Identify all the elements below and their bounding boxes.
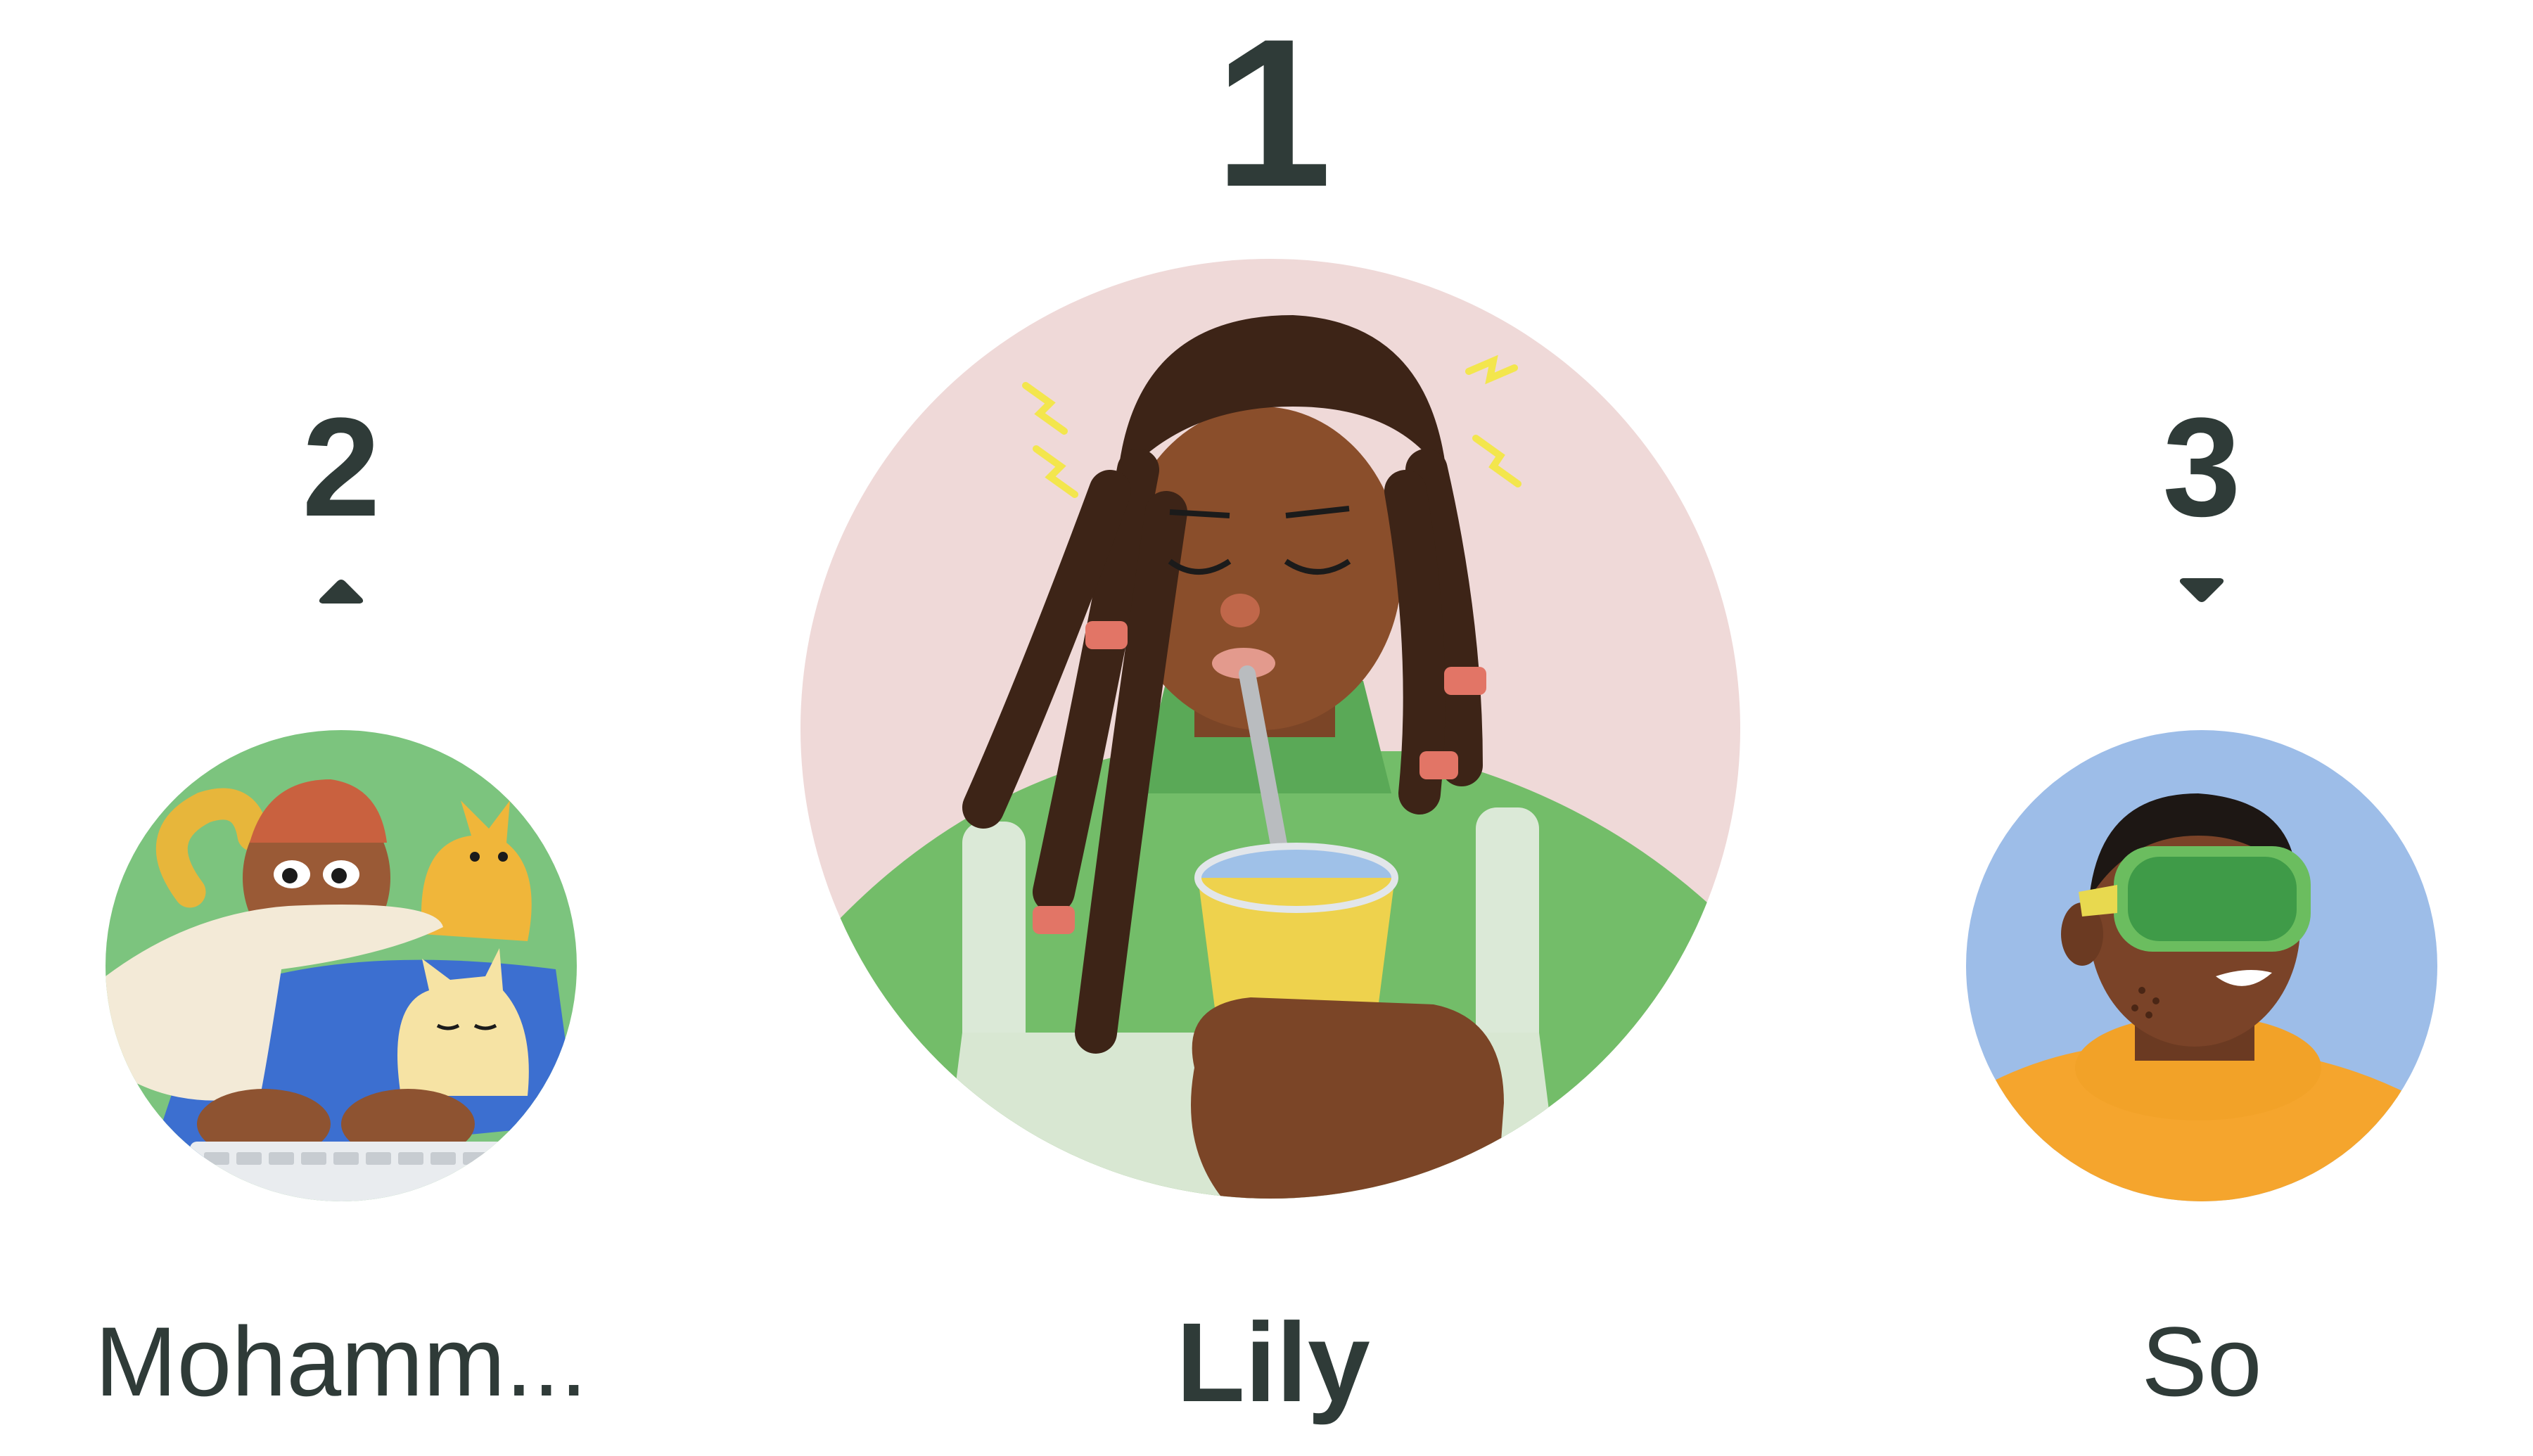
- avatar[interactable]: [106, 730, 577, 1201]
- player-name: So: [2141, 1306, 2262, 1417]
- caret-up-icon: [319, 580, 364, 604]
- rank-number: 2: [302, 389, 381, 546]
- player-name: Mohamm...: [94, 1306, 588, 1417]
- caret-down-icon: [2179, 578, 2224, 602]
- avatar[interactable]: [1966, 730, 2437, 1201]
- person-typing-with-cats-avatar: [106, 730, 577, 1201]
- avatar[interactable]: [800, 259, 1740, 1199]
- rank-number: 3: [2162, 389, 2241, 546]
- person-drinking-avatar: [800, 259, 1740, 1199]
- player-name: Lily: [1176, 1299, 1370, 1425]
- rank-number: 1: [1214, 0, 1332, 231]
- person-vr-headset-avatar: [1966, 730, 2437, 1201]
